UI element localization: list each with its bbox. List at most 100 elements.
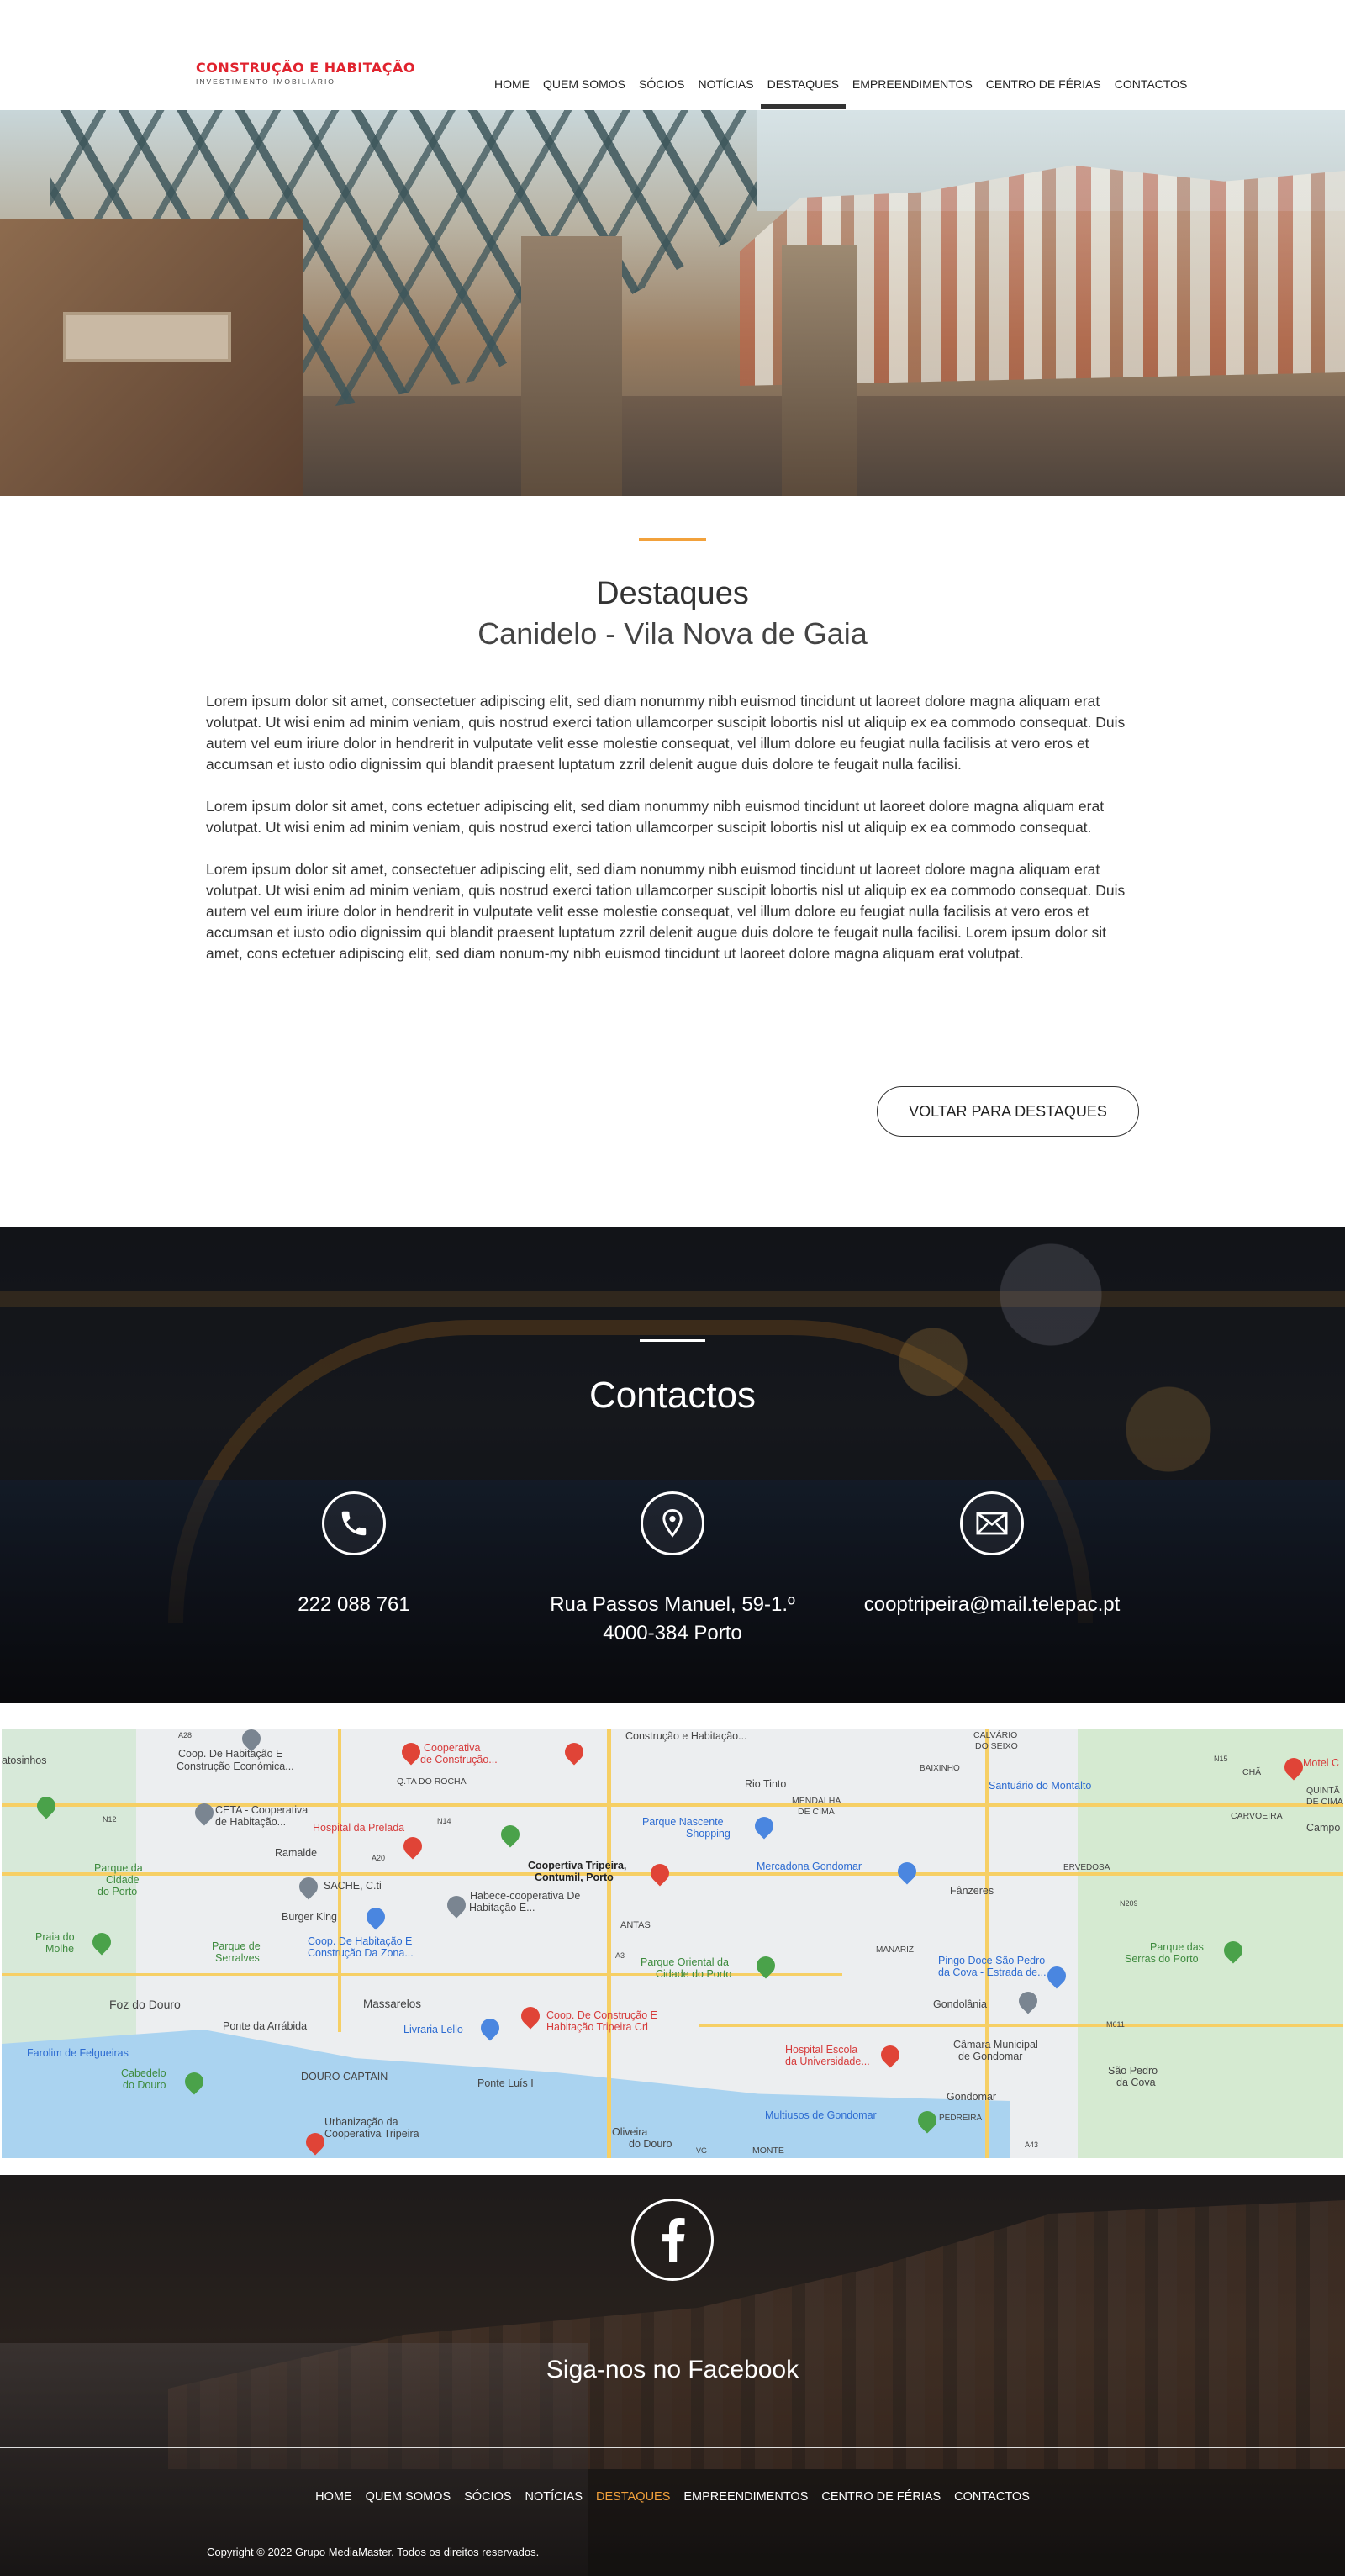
- map-label: Serralves: [215, 1952, 260, 1964]
- map-label: Massarelos: [363, 1998, 422, 2010]
- map-marker-pin[interactable]: [362, 1903, 389, 1930]
- nav-contactos[interactable]: CONTACTOS: [1108, 76, 1195, 109]
- map-marker-pin[interactable]: [1015, 1987, 1042, 2014]
- map-label: CARVOEIRA: [1231, 1811, 1283, 1821]
- map-road-label: N14: [437, 1817, 451, 1825]
- map-label: Coop. De Habitação E: [178, 1748, 283, 1760]
- map-label: DOURO CAPTAIN: [301, 2071, 388, 2082]
- map-label: Gondolânia: [933, 1998, 987, 2010]
- logo[interactable]: CONSTRUÇÃO E HABITAÇÃO INVESTIMENTO IMOB…: [196, 60, 415, 86]
- map-road-label: A43: [1025, 2141, 1039, 2149]
- contact-email[interactable]: cooptripeira@mail.telepac.pt: [824, 1591, 1160, 1619]
- footer-nav-centro-de-ferias[interactable]: CENTRO DE FÉRIAS: [815, 2490, 947, 2504]
- map-label: São Pedro: [1108, 2065, 1158, 2077]
- map-marker-pin[interactable]: [877, 2041, 904, 2068]
- nav-quem-somos[interactable]: QUEM SOMOS: [536, 76, 632, 109]
- map-label: Urbanização da: [324, 2116, 398, 2128]
- back-to-destaques-button[interactable]: VOLTAR PARA DESTAQUES: [877, 1086, 1139, 1137]
- main-nav: HOME QUEM SOMOS SÓCIOS NOTÍCIAS DESTAQUE…: [488, 76, 1194, 109]
- map-marker-pin[interactable]: [399, 1833, 426, 1860]
- map-label: Cidade: [106, 1874, 140, 1886]
- footer-nav-destaques[interactable]: DESTAQUES: [589, 2490, 677, 2504]
- nav-destaques[interactable]: DESTAQUES: [760, 76, 847, 109]
- hero-pillar: [782, 245, 857, 496]
- footer-nav-noticias[interactable]: NOTÍCIAS: [519, 2490, 589, 2504]
- map-label: Ponte Luís I: [477, 2077, 534, 2089]
- google-map[interactable]: atosinhos Coop. De Habitação E Construçã…: [2, 1729, 1343, 2158]
- map-marker-pin[interactable]: [894, 1858, 920, 1885]
- nav-home[interactable]: HOME: [488, 76, 536, 109]
- map-label: QUINTÃ: [1306, 1786, 1340, 1796]
- map-green-area: [1078, 1729, 1343, 2158]
- map-marker-pin[interactable]: [751, 1813, 778, 1840]
- map-label: Farolim de Felgueiras: [27, 2047, 129, 2059]
- copyright-text: Copyright © 2022 Grupo MediaMaster. Todo…: [207, 2546, 540, 2558]
- map-road: [607, 1729, 611, 2158]
- map-marker-pin[interactable]: [517, 2003, 544, 2030]
- map-label: Habitação E...: [469, 1902, 535, 1914]
- nav-noticias[interactable]: NOTÍCIAS: [691, 76, 760, 109]
- map-label: MENDALHA: [792, 1796, 841, 1806]
- map-road-label: VG: [696, 2146, 708, 2155]
- map-label: Hospital Escola: [785, 2044, 858, 2056]
- map-marker-pin[interactable]: [477, 2014, 504, 2041]
- footer-divider: [0, 2447, 1345, 2448]
- map-label: Serras do Porto: [1125, 1953, 1199, 1965]
- nav-centro-de-ferias[interactable]: CENTRO DE FÉRIAS: [979, 76, 1108, 109]
- map-label: Pingo Doce São Pedro: [938, 1955, 1046, 1966]
- map-label: ERVEDOSA: [1063, 1863, 1110, 1872]
- map-label: SACHE, C.ti: [324, 1880, 382, 1892]
- contact-phone[interactable]: 222 088 761: [186, 1591, 522, 1619]
- map-label: Oliveira: [612, 2126, 648, 2138]
- map-label: Contumil, Porto: [535, 1871, 614, 1883]
- footer-nav-empreendimentos[interactable]: EMPREENDIMENTOS: [677, 2490, 815, 2504]
- map-label: de Habitação...: [215, 1816, 287, 1828]
- map-marker-pin[interactable]: [1043, 1962, 1070, 1989]
- map-marker-pin[interactable]: [295, 1873, 322, 1900]
- map-label: Cabedelo: [121, 2067, 166, 2079]
- map-label: Câmara Municipal: [953, 2039, 1038, 2051]
- map-marker-pin[interactable]: [561, 1739, 588, 1766]
- contact-title: Contactos: [588, 1375, 757, 1416]
- paragraph: Lorem ipsum dolor sit amet, consectetuer…: [206, 861, 1126, 962]
- map-label: Burger King: [282, 1911, 338, 1923]
- map-marker-pin[interactable]: [646, 1860, 673, 1887]
- map-label: CETA - Cooperativa: [215, 1804, 309, 1816]
- footer-nav-socios[interactable]: SÓCIOS: [457, 2490, 518, 2504]
- footer-nav-quem-somos[interactable]: QUEM SOMOS: [359, 2490, 458, 2504]
- map-label: da Universidade...: [785, 2056, 870, 2067]
- map-label: Parque das: [1150, 1941, 1204, 1953]
- footer-nav-home[interactable]: HOME: [309, 2490, 359, 2504]
- footer-nav-contactos[interactable]: CONTACTOS: [947, 2490, 1036, 2504]
- map-label: DE CIMA: [1306, 1797, 1343, 1807]
- paragraph: Lorem ipsum dolor sit amet, consectetuer…: [206, 693, 1126, 773]
- map-label: Livraria Lello: [404, 2024, 463, 2035]
- phone-icon[interactable]: [322, 1491, 386, 1555]
- map-road: [699, 2024, 1343, 2027]
- map-marker-pin[interactable]: [443, 1892, 470, 1919]
- map-label: de Construção...: [420, 1754, 498, 1766]
- nav-empreendimentos[interactable]: EMPREENDIMENTOS: [846, 76, 979, 109]
- map-road-label: N12: [103, 1815, 117, 1824]
- map-label: atosinhos: [2, 1755, 47, 1766]
- map-road-label: A20: [372, 1854, 386, 1862]
- page-subtitle: Canidelo - Vila Nova de Gaia: [477, 616, 868, 651]
- map-label: PEDREIRA: [939, 2114, 983, 2123]
- map-label: Cooperativa: [424, 1742, 481, 1754]
- facebook-follow-link[interactable]: Siga-nos no Facebook: [0, 2356, 1345, 2384]
- map-label: da Cova: [1116, 2077, 1156, 2088]
- facebook-icon[interactable]: [631, 2199, 714, 2281]
- map-label: DE CIMA: [798, 1807, 835, 1817]
- map-label: Ponte da Arrábida: [223, 2020, 308, 2032]
- map-label: da Cova - Estrada de...: [938, 1966, 1047, 1978]
- map-label: Parque Oriental da: [641, 1956, 729, 1968]
- footer-nav: HOME QUEM SOMOS SÓCIOS NOTÍCIAS DESTAQUE…: [0, 2490, 1345, 2504]
- envelope-icon[interactable]: [960, 1491, 1024, 1555]
- nav-socios[interactable]: SÓCIOS: [632, 76, 691, 109]
- location-pin-icon[interactable]: [641, 1491, 704, 1555]
- map-label: MONTE: [752, 2146, 784, 2156]
- hero-image: [0, 110, 1345, 496]
- map-marker-pin[interactable]: [497, 1821, 524, 1848]
- map-label: de Gondomar: [958, 2051, 1023, 2062]
- map-label: Parque da: [94, 1862, 143, 1874]
